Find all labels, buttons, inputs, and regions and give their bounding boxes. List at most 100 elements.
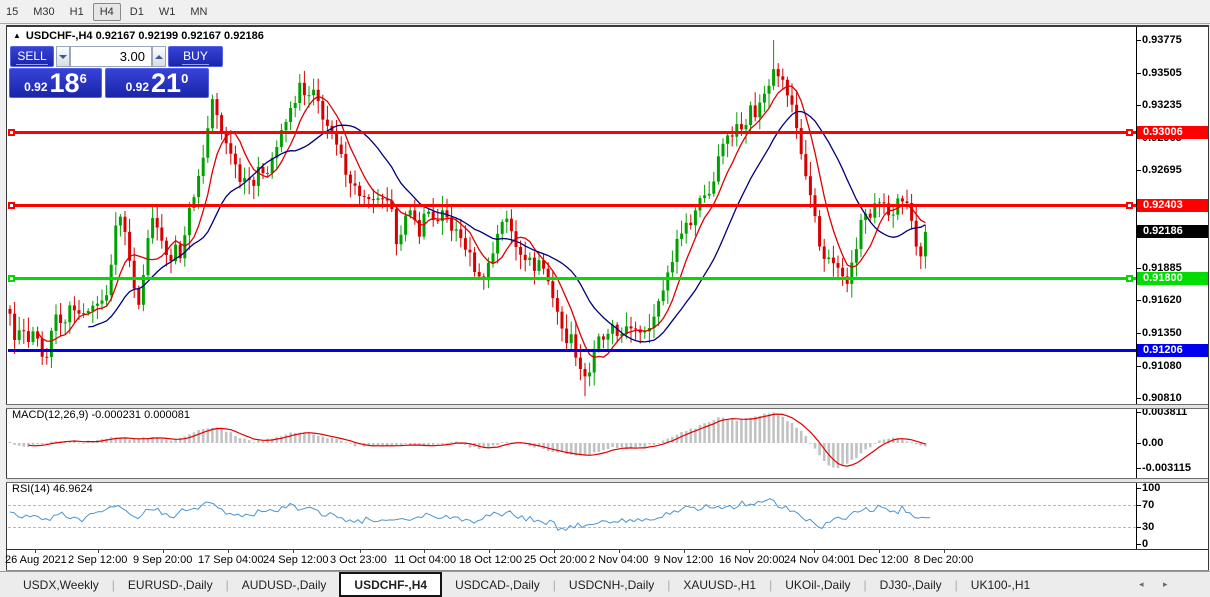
timeframe-button-d1[interactable]: D1 [124, 4, 150, 20]
level-marker-left[interactable] [8, 202, 15, 210]
time-axis-tick [489, 549, 490, 553]
level-line-0.91206[interactable] [8, 348, 1136, 352]
buy-button-label: BUY [182, 48, 209, 65]
sell-price-main: 18 [49, 68, 80, 98]
chart-tab-usdcnhdaily[interactable]: USDCNH-,Daily [556, 572, 667, 597]
level-marker-right[interactable] [1126, 202, 1133, 210]
time-axis-tick [554, 549, 555, 553]
buy-price-main: 21 [151, 68, 182, 98]
mt4-terminal: 15 M30 H1 H4 D1 W1 MN ▲ USDCHF-,H4 0.92167 0.92… [0, 0, 1210, 597]
price-tick-mark [1136, 72, 1141, 74]
time-axis-label: 16 Nov 20:00 [719, 554, 785, 566]
macd-tick-mark [1136, 468, 1141, 470]
arrow-down-icon [59, 54, 67, 59]
time-axis-label: 8 Dec 20:00 [914, 554, 974, 566]
tab-scroll-right-icon[interactable]: ▸ [1163, 579, 1168, 590]
chart-tab-usdcaddaily[interactable]: USDCAD-,Daily [442, 572, 553, 597]
timeframe-button-h4[interactable]: H4 [92, 2, 121, 21]
level-price-label: 0.91206 [1137, 343, 1208, 357]
level-line-0.93006[interactable] [8, 131, 1136, 135]
rsi-scale-label: 30 [1142, 521, 1155, 534]
rsi-tick-mark [1136, 527, 1141, 529]
rsi-panel-splitter[interactable] [6, 478, 1208, 483]
sell-button-label: SELL [16, 48, 48, 65]
level-price-label: 0.92403 [1137, 199, 1208, 213]
time-axis-line[interactable] [6, 549, 1208, 550]
macd-tick-mark [1136, 443, 1141, 444]
price-tick-label: 0.90810 [1142, 392, 1182, 405]
price-tick-label: 0.92695 [1142, 164, 1182, 177]
level-line-0.91800[interactable] [8, 277, 1136, 280]
chart-tab-xauusdh1[interactable]: XAUUSD-,H1 [670, 572, 769, 597]
tab-scroll-left-icon[interactable]: ◂ [1139, 579, 1144, 590]
price-tick-mark [1136, 398, 1141, 400]
price-tick-label: 0.91350 [1142, 326, 1182, 339]
chart-tab-ukoildaily[interactable]: UKOil-,Daily [772, 572, 863, 597]
level-marker-right[interactable] [1126, 275, 1133, 282]
volume-decrease-button[interactable] [56, 46, 70, 67]
timeframe-button-w1[interactable]: W1 [153, 4, 182, 20]
level-price-label: 0.91800 [1137, 272, 1208, 285]
tabbar-padding [0, 572, 10, 597]
time-axis-tick [684, 549, 685, 553]
chart-tab-usdchfh4[interactable]: USDCHF-,H4 [339, 572, 443, 597]
macd-panel-splitter[interactable] [6, 404, 1208, 409]
volume-increase-button[interactable] [152, 46, 166, 67]
price-tick-label: 0.91080 [1142, 359, 1182, 372]
rsi-scale-label: 100 [1142, 482, 1161, 494]
window-border-right [1208, 25, 1209, 571]
chart-tab-eurusddaily[interactable]: EURUSD-,Daily [115, 572, 226, 597]
time-axis-label: 2 Sep 12:00 [68, 554, 128, 566]
time-axis-label: 9 Sep 20:00 [133, 554, 193, 566]
chart-tab-usdxweekly[interactable]: USDX,Weekly [10, 572, 112, 597]
price-tick-mark [1136, 170, 1141, 172]
price-tick-label: 0.93505 [1142, 66, 1182, 79]
macd-tick-mark [1136, 412, 1141, 414]
timeframe-button-m30[interactable]: M30 [27, 4, 60, 20]
rsi-scale-label: 70 [1142, 498, 1155, 511]
chart-tab-audusddaily[interactable]: AUDUSD-,Daily [229, 572, 340, 597]
volume-input[interactable]: 3.00 [70, 46, 152, 67]
rsi-scale-label: 0 [1142, 538, 1149, 550]
time-axis-tick [424, 549, 425, 553]
time-axis-label: 9 Nov 12:00 [654, 554, 714, 566]
price-tick-label: 0.91620 [1142, 294, 1182, 307]
time-axis-label: 25 Oct 20:00 [524, 554, 587, 566]
time-axis-label: 18 Oct 12:00 [459, 554, 522, 566]
time-axis-tick [98, 549, 99, 553]
chart-tab-dj30daily[interactable]: DJ30-,Daily [867, 572, 955, 597]
buy-price-pip: 0 [181, 71, 189, 86]
level-marker-right[interactable] [1126, 129, 1133, 137]
rsi-indicator-plot[interactable] [7, 481, 1136, 549]
price-tick-mark [1136, 40, 1141, 41]
chart-tab-bar: USDX,Weekly | EURUSD-,Daily | AUDUSD-,Daily U… [0, 571, 1210, 597]
time-axis-label: 3 Oct 23:00 [330, 554, 387, 566]
price-tick-mark [1136, 332, 1141, 334]
price-tick-mark [1136, 365, 1141, 367]
sell-price-button[interactable]: 0.92 18 6 [9, 68, 102, 98]
time-axis-label: 26 Aug 2021 [5, 554, 67, 566]
level-line-0.92403[interactable] [8, 204, 1136, 208]
timeframe-button-15[interactable]: 15 [0, 4, 24, 20]
timeframe-button-mn[interactable]: MN [184, 4, 213, 20]
buy-price-button[interactable]: 0.92 21 0 [105, 68, 209, 98]
timeframe-button-h1[interactable]: H1 [64, 4, 90, 20]
time-axis-tick [879, 549, 880, 553]
volume-value: 3.00 [119, 49, 145, 64]
sell-button[interactable]: SELL [10, 46, 54, 67]
chart-tab-uk100h1[interactable]: UK100-,H1 [958, 572, 1043, 597]
time-axis-tick [35, 549, 36, 553]
time-axis-tick [228, 549, 229, 553]
level-marker-left[interactable] [8, 129, 15, 137]
buy-price-prefix: 0.92 [125, 80, 150, 94]
level-price-label: 0.93006 [1137, 126, 1208, 140]
collapse-icon[interactable]: ▲ [13, 31, 21, 40]
one-click-trading-panel: SELL 3.00 BUY 0.92 18 6 0.92 21 0 [9, 45, 225, 99]
price-tick-mark [1136, 268, 1141, 270]
buy-button[interactable]: BUY [168, 46, 223, 67]
rsi-tick-mark [1136, 488, 1141, 489]
timeframe-toolbar: 15 M30 H1 H4 D1 W1 MN [0, 0, 1210, 23]
level-marker-left[interactable] [8, 275, 15, 282]
time-axis-label: 1 Dec 12:00 [849, 554, 909, 566]
current-price-label: 0.92186 [1137, 225, 1208, 239]
